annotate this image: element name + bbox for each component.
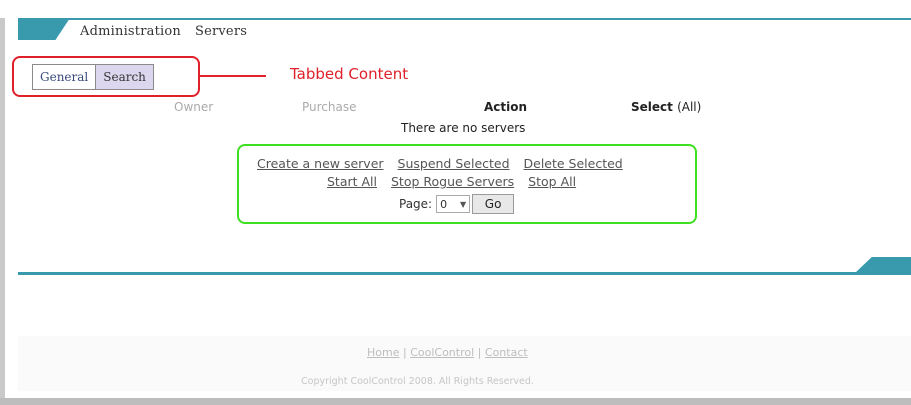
header-rule (18, 18, 911, 20)
footer-links: Home | CoolControl | Contact (367, 346, 528, 359)
pagination-row: Page: 0 ▼ Go (399, 194, 515, 214)
chevron-down-icon: ▼ (459, 199, 467, 209)
footer-link-coolcontrol[interactable]: CoolControl (410, 346, 474, 359)
tabbed-content-callout-label: Tabbed Content (290, 65, 409, 83)
suspend-selected-link[interactable]: Suspend Selected (398, 156, 510, 171)
tabbed-content-callout-box (12, 56, 200, 97)
page-label: Page: (399, 197, 433, 211)
footer-link-home[interactable]: Home (367, 346, 399, 359)
stop-all-link[interactable]: Stop All (528, 174, 576, 189)
footer-link-contact[interactable]: Contact (485, 346, 528, 359)
select-header-label: Select (631, 100, 673, 114)
footer-separator: | (477, 346, 482, 359)
breadcrumb-item-servers[interactable]: Servers (195, 24, 247, 39)
divider-tab-shape (855, 257, 911, 273)
header-tab-shape (18, 18, 70, 40)
select-all-link[interactable]: (All) (677, 100, 701, 114)
column-header-select: Select (All) (631, 100, 701, 114)
go-button[interactable]: Go (472, 194, 515, 214)
create-server-link[interactable]: Create a new server (257, 156, 384, 171)
empty-table-message: There are no servers (401, 121, 526, 135)
page-select-value: 0 (440, 197, 448, 211)
action-links-row-2: Start All Stop Rogue Servers Stop All (327, 174, 586, 189)
stop-rogue-servers-link[interactable]: Stop Rogue Servers (391, 174, 514, 189)
callout-connector-line (200, 75, 266, 77)
breadcrumb-item-administration[interactable]: Administration (80, 24, 181, 39)
action-links-row-1: Create a new server Suspend Selected Del… (257, 156, 633, 171)
page-frame: Administration Servers General Search Tab… (0, 0, 911, 405)
column-header-purchase[interactable]: Purchase (302, 100, 357, 114)
breadcrumb: Administration Servers (80, 24, 261, 39)
footer-separator: | (402, 346, 407, 359)
footer-copyright: Copyright CoolControl 2008. All Rights R… (301, 376, 534, 387)
column-header-owner[interactable]: Owner (174, 100, 213, 114)
bottom-border (0, 398, 911, 405)
start-all-link[interactable]: Start All (327, 174, 377, 189)
column-header-action: Action (484, 100, 528, 114)
content-divider-rule (18, 272, 911, 275)
page-select[interactable]: 0 ▼ (436, 195, 471, 213)
left-border (0, 18, 5, 405)
delete-selected-link[interactable]: Delete Selected (524, 156, 623, 171)
